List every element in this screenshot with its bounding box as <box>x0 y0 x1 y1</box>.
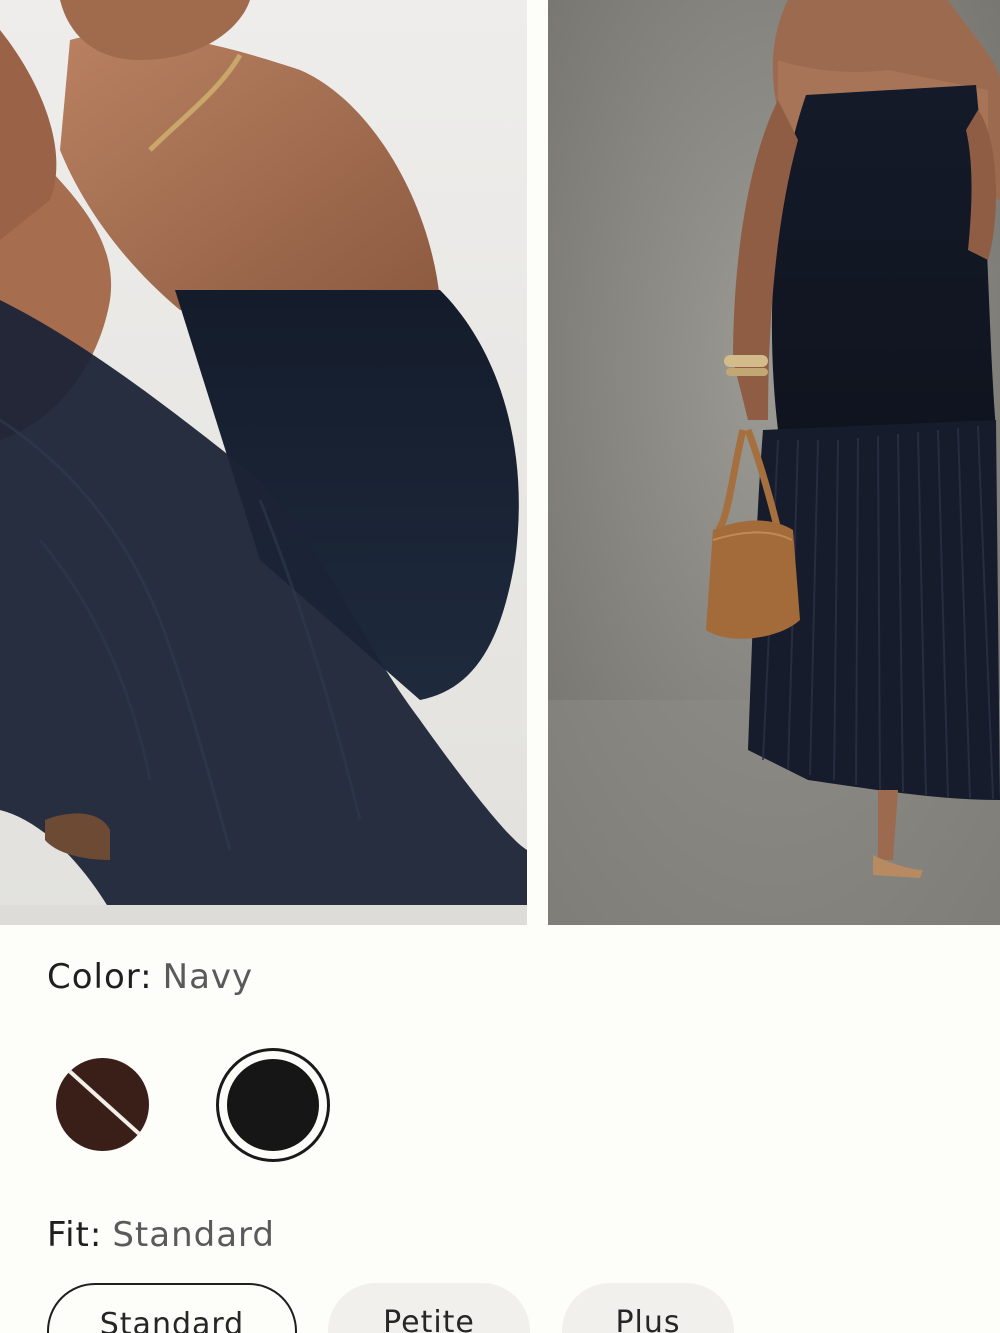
fit-option-petite-label: Petite <box>383 1305 475 1333</box>
product-image-1[interactable] <box>0 0 527 925</box>
fit-option-petite[interactable]: Petite <box>328 1283 530 1333</box>
color-swatch-navy-fill <box>227 1059 319 1151</box>
fit-option-standard[interactable]: Standard <box>47 1283 297 1333</box>
product-page: Color: Navy Fit: Standard Standard Petite … <box>0 0 1000 1333</box>
fit-heading: Fit: Standard <box>47 1218 275 1252</box>
product-image-gallery[interactable] <box>0 0 1000 925</box>
product-image-2[interactable] <box>548 0 1000 925</box>
fit-selected-value: Standard <box>112 1215 276 1255</box>
fit-option-plus[interactable]: Plus <box>562 1283 734 1333</box>
product-photo-dress <box>548 0 1000 925</box>
color-swatch-navy-selected[interactable] <box>216 1048 330 1162</box>
color-swatch-brown-unavailable[interactable] <box>56 1058 149 1151</box>
color-selected-value: Navy <box>162 957 254 997</box>
fit-heading-label: Fit: <box>47 1215 103 1255</box>
product-photo-skirt <box>0 0 527 925</box>
fit-option-plus-label: Plus <box>615 1305 681 1333</box>
fit-option-standard-label: Standard <box>99 1307 245 1333</box>
color-heading-label: Color: <box>47 957 153 997</box>
unavailable-slash-icon <box>60 1062 149 1146</box>
color-heading: Color: Navy <box>47 960 253 994</box>
